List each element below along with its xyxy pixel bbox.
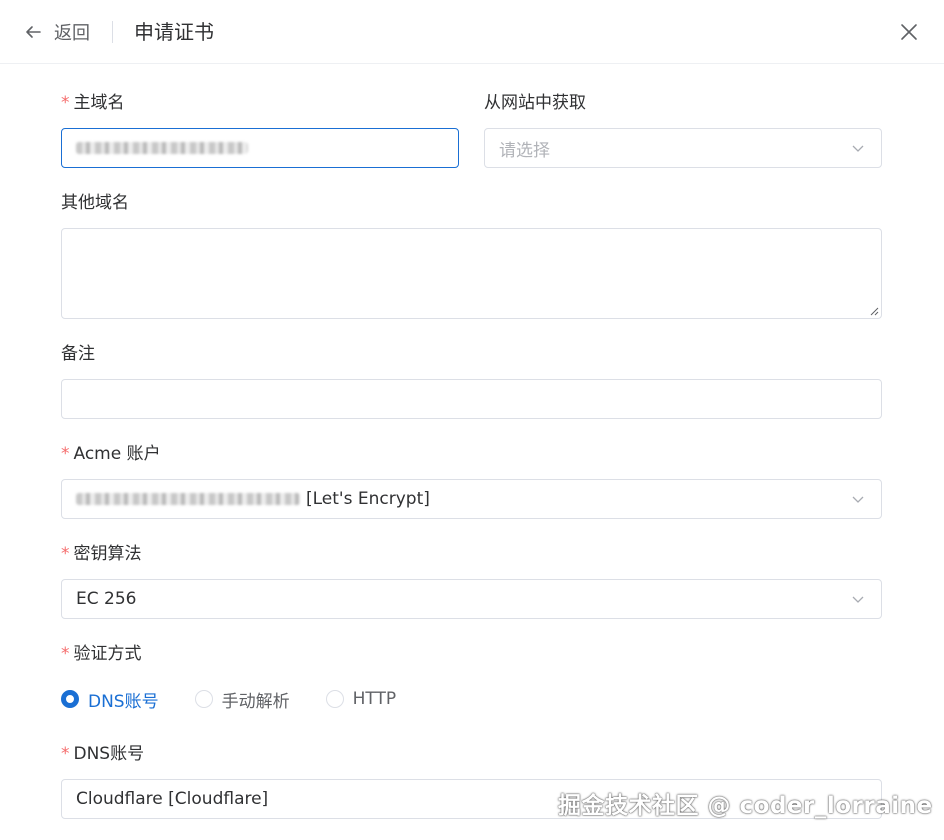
- radio-label: 手动解析: [221, 691, 290, 712]
- remark-label: 备注: [61, 344, 95, 364]
- header-divider: [112, 21, 113, 43]
- radio-dns-account[interactable]: DNS账号: [61, 687, 159, 712]
- key-algorithm-value: EC 256: [76, 589, 137, 609]
- acme-account-label: * Acme 账户: [61, 442, 161, 466]
- radio-unchecked-icon: [194, 690, 213, 708]
- main-domain-input[interactable]: [61, 128, 459, 168]
- radio-manual-dns[interactable]: 手动解析: [194, 687, 290, 712]
- chevron-down-icon: [852, 596, 864, 603]
- other-domains-textarea[interactable]: [61, 228, 882, 319]
- key-algorithm-label: * 密钥算法: [61, 542, 142, 566]
- back-label: 返回: [54, 23, 90, 44]
- main-domain-label: * 主域名: [61, 91, 125, 115]
- chevron-down-icon: [852, 496, 864, 503]
- from-site-placeholder: 请选择: [499, 140, 550, 161]
- dns-account-value: Cloudflare [Cloudflare]: [76, 789, 269, 809]
- acme-account-label-text: Acme 账户: [73, 444, 161, 464]
- from-site-label: 从网站中获取: [484, 93, 586, 113]
- redacted-domain: [76, 142, 248, 154]
- back-button[interactable]: 返回: [24, 19, 90, 45]
- from-site-select[interactable]: 请选择: [484, 128, 882, 168]
- verify-method-radio-group: DNS账号 手动解析 HTTP: [61, 686, 432, 712]
- required-mark: *: [61, 744, 70, 764]
- remark-input[interactable]: [61, 379, 882, 419]
- radio-label: DNS账号: [88, 691, 159, 712]
- required-mark: *: [61, 444, 70, 464]
- arrow-left-icon: [26, 26, 41, 38]
- radio-http[interactable]: HTTP: [325, 689, 397, 709]
- required-mark: *: [61, 93, 70, 113]
- required-mark: *: [61, 544, 70, 564]
- page-title: 申请证书: [134, 20, 214, 44]
- radio-unchecked-icon: [325, 690, 344, 708]
- watermark: 掘金技术社区 @ coder_lorraine: [558, 793, 933, 819]
- key-algorithm-select[interactable]: EC 256: [61, 579, 882, 619]
- verify-method-label: * 验证方式: [61, 642, 142, 666]
- key-algorithm-label-text: 密钥算法: [73, 544, 142, 564]
- acme-account-select[interactable]: [Let's Encrypt]: [61, 479, 882, 519]
- acme-account-provider: [Let's Encrypt]: [306, 489, 430, 509]
- close-icon[interactable]: [898, 21, 920, 43]
- radio-checked-icon: [61, 690, 79, 708]
- dns-account-label-text: DNS账号: [73, 744, 145, 764]
- dns-account-label: * DNS账号: [61, 742, 144, 766]
- verify-method-label-text: 验证方式: [73, 644, 142, 664]
- radio-label: HTTP: [352, 689, 397, 709]
- chevron-down-icon: [852, 145, 864, 152]
- dialog-header: 返回 申请证书: [0, 0, 944, 64]
- resize-handle-icon[interactable]: [869, 306, 879, 316]
- main-domain-label-text: 主域名: [73, 93, 125, 113]
- redacted-email: [76, 493, 300, 505]
- required-mark: *: [61, 644, 70, 664]
- other-domains-label: 其他域名: [61, 193, 129, 213]
